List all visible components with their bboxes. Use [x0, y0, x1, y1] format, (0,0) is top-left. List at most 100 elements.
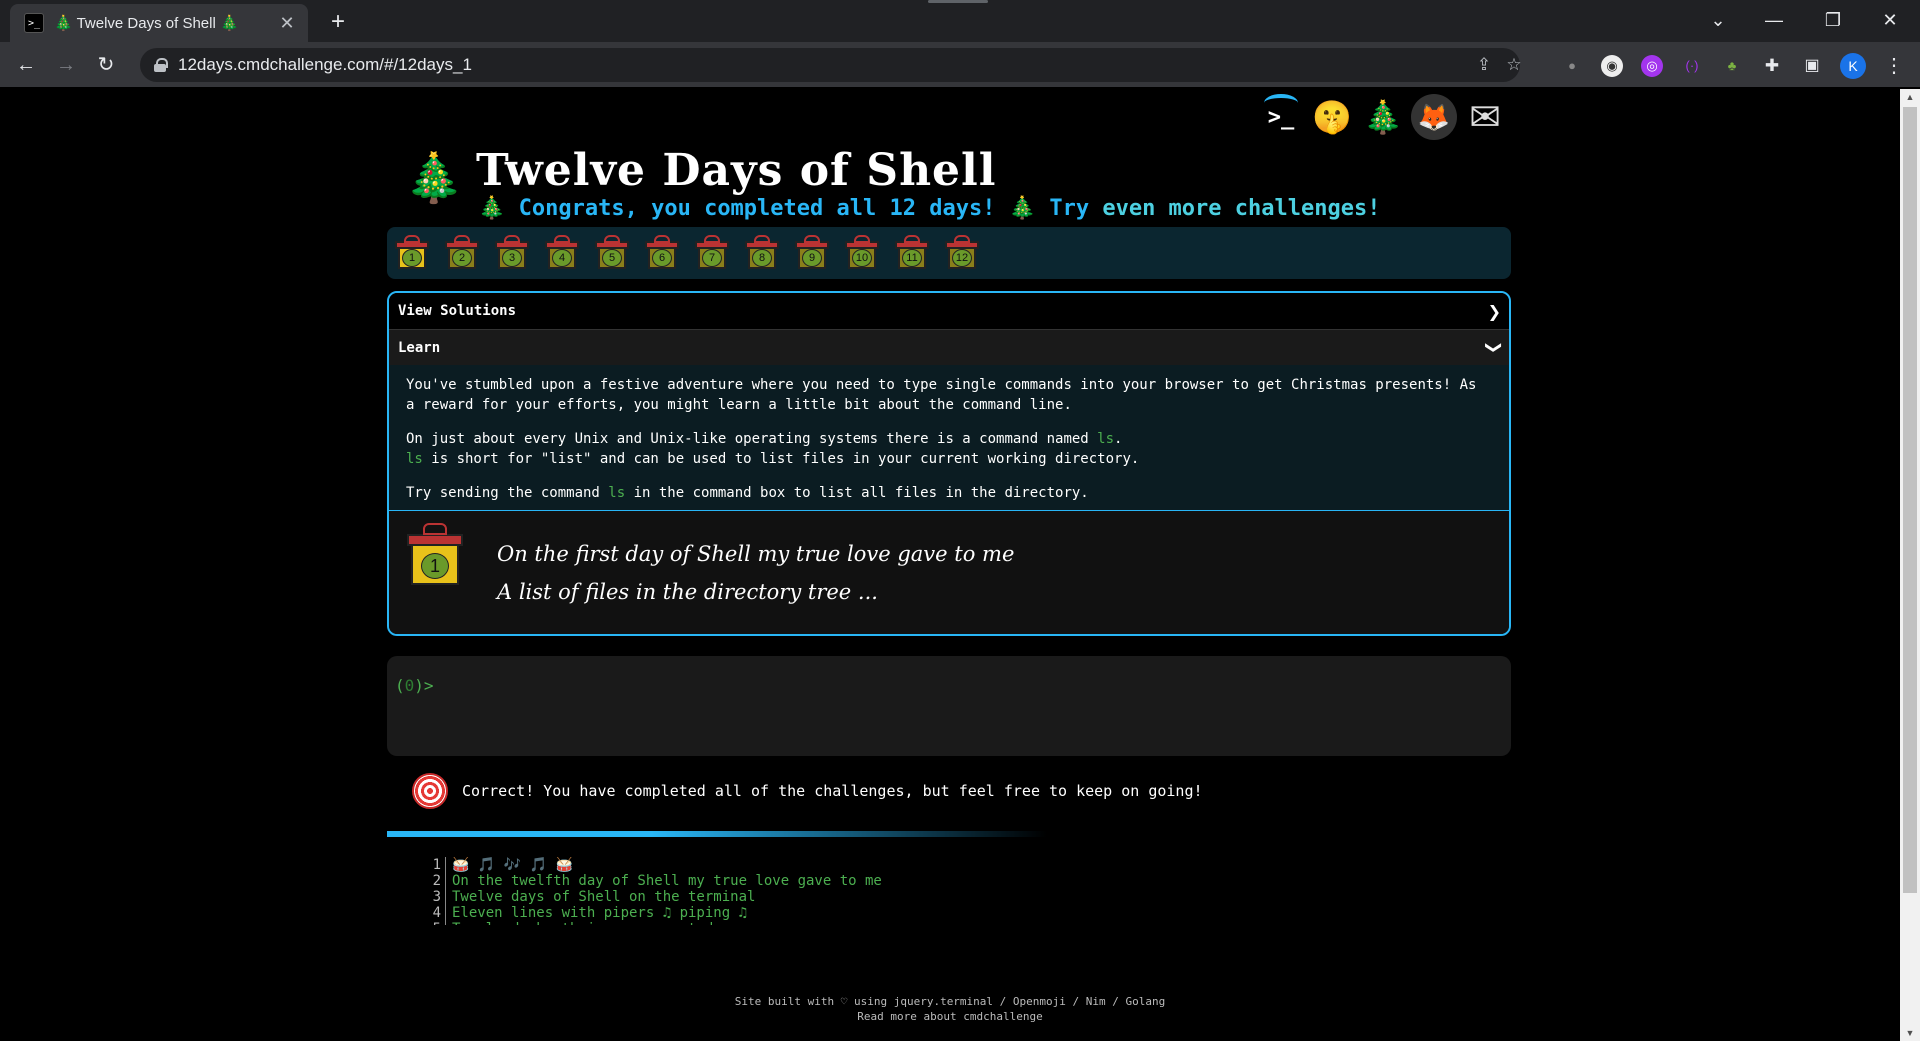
gift-number: 11: [902, 249, 922, 267]
gift-day-1-icon[interactable]: 1: [395, 235, 429, 271]
gitlab-icon[interactable]: 🦊: [1411, 94, 1457, 140]
verse-line-2: A list of files in the directory tree ..…: [497, 580, 878, 604]
gift-number: 10: [852, 249, 872, 267]
gift-number: 3: [502, 249, 522, 267]
browser-tab[interactable]: >_ 🎄 Twelve Days of Shell 🎄 ✕: [10, 4, 308, 42]
tab-title: 🎄 Twelve Days of Shell 🎄: [54, 15, 239, 32]
progress-bar: [387, 831, 1047, 837]
terminal-icon[interactable]: >_: [1258, 94, 1304, 140]
learn-text: in the command box to list all files in …: [625, 485, 1089, 501]
gift-day-12-icon[interactable]: 12: [945, 235, 979, 271]
bookmark-star-icon[interactable]: ☆: [1502, 55, 1526, 75]
terminal-favicon-icon: >_: [24, 13, 44, 33]
verse-text: On the first day of Shell my true love g…: [497, 535, 1014, 611]
learn-text: .: [1114, 431, 1123, 447]
extension-icon-1[interactable]: ●: [1561, 55, 1583, 77]
gift-day-3-icon[interactable]: 3: [495, 235, 529, 271]
extension-icon-2[interactable]: ◉: [1601, 55, 1623, 77]
restore-button[interactable]: ❐: [1813, 4, 1853, 36]
lock-icon[interactable]: [154, 58, 168, 72]
learn-paragraph-3: Try sending the command ls in the comman…: [406, 483, 1492, 503]
learn-paragraph-1: You've stumbled upon a festive adventure…: [406, 377, 1477, 413]
poem-line: 1 🥁 🎵 🎶 🎵 🥁: [430, 857, 1130, 873]
poem-output[interactable]: 1 🥁 🎵 🎶 🎵 🥁 2 On the twelfth day of Shell m…: [430, 857, 1130, 925]
line-text: On the twelfth day of Shell my true love…: [452, 873, 882, 889]
poem-line: 5 Ten lords by their names sorted: [430, 921, 1130, 925]
browser-menu-icon[interactable]: ⋮: [1884, 52, 1904, 80]
line-number: 2: [430, 873, 446, 889]
window-drag-handle[interactable]: [928, 0, 988, 3]
new-tab-button[interactable]: +: [322, 8, 354, 36]
poem-line: 2 On the twelfth day of Shell my true lov…: [430, 873, 1130, 889]
browser-tabstrip: >_ 🎄 Twelve Days of Shell 🎄 ✕ + ⌄ — ❐ ✕: [0, 0, 1920, 42]
chevron-down-icon: ❯: [1484, 340, 1504, 355]
terminal-prompt: (0)>: [395, 676, 434, 695]
extension-icon-4[interactable]: (·): [1681, 55, 1703, 77]
page-scrollbar[interactable]: ▲ ▼: [1900, 89, 1920, 1041]
page-title: Twelve Days of Shell: [476, 145, 997, 196]
minimize-button[interactable]: —: [1754, 4, 1794, 36]
gift-day-10-icon[interactable]: 10: [845, 235, 879, 271]
gift-day-8-icon[interactable]: 8: [745, 235, 779, 271]
gift-day-11-icon[interactable]: 11: [895, 235, 929, 271]
reload-button[interactable]: ↻: [90, 49, 122, 81]
gift-number: 1: [402, 249, 422, 267]
close-window-button[interactable]: ✕: [1870, 4, 1910, 36]
footer-credits: Site built with ♡ using jquery.terminal …: [734, 995, 1166, 1008]
scroll-down-icon[interactable]: ▼: [1900, 1025, 1920, 1041]
challenge-panel: View Solutions ❯ Learn ❯ You've stumbled…: [387, 291, 1511, 636]
gift-day-7-icon[interactable]: 7: [695, 235, 729, 271]
extension-tree-icon[interactable]: ♣: [1721, 55, 1743, 77]
prompt-close: )>: [414, 676, 434, 695]
gift-day-5-icon[interactable]: 5: [595, 235, 629, 271]
line-text: 🥁 🎵 🎶 🎵 🥁: [452, 857, 573, 873]
line-number: 5: [430, 921, 446, 925]
back-button[interactable]: ←: [10, 49, 42, 81]
ls-command-code: ls: [608, 485, 626, 501]
profile-avatar[interactable]: K: [1840, 53, 1866, 79]
footer-read-more-link[interactable]: Read more about cmdchallenge: [0, 1009, 1900, 1024]
congrats-banner: 🎄 Congrats, you completed all 12 days! 🎄…: [478, 196, 1380, 221]
mail-icon[interactable]: ✉: [1462, 94, 1508, 140]
poem-line: 4 Eleven lines with pipers ♫ piping ♫: [430, 905, 1130, 921]
verse-line-1: On the first day of Shell my true love g…: [497, 542, 1015, 566]
share-icon[interactable]: ⇪: [1472, 55, 1496, 75]
ls-command-code: ls: [406, 451, 423, 467]
more-challenges-link[interactable]: even more challenges!: [1102, 196, 1380, 221]
gift-number: 6: [652, 249, 672, 267]
ls-command-code: ls: [1097, 431, 1115, 447]
christmas-tree-icon[interactable]: 🎄: [1360, 94, 1406, 140]
gift-number: 12: [952, 249, 972, 267]
learn-toggle[interactable]: Learn ❯: [389, 329, 1509, 365]
line-text: Twelve days of Shell on the terminal: [452, 889, 756, 905]
scroll-up-icon[interactable]: ▲: [1900, 89, 1920, 105]
extensions-puzzle-icon[interactable]: ✚: [1761, 55, 1783, 77]
extension-icon-3[interactable]: ◎: [1641, 55, 1663, 77]
gift-day-2-icon[interactable]: 2: [445, 235, 479, 271]
gift-day-9-icon[interactable]: 9: [795, 235, 829, 271]
browser-toolbar: ← → ↻ 12days.cmdchallenge.com/#/12days_1…: [0, 42, 1920, 88]
result-text: Correct! You have completed all of the c…: [462, 782, 1203, 800]
page-content: >_ 🤫 🎄 🦊 ✉ 🎄 Twelve Days of Shell 🎄 Cong…: [0, 89, 1900, 1041]
line-text: Eleven lines with pipers ♫ piping ♫: [452, 905, 748, 921]
result-message: Correct! You have completed all of the c…: [412, 769, 1203, 813]
gift-number: 1: [421, 553, 449, 579]
side-panel-icon[interactable]: ▣: [1801, 55, 1823, 77]
line-number: 3: [430, 889, 446, 905]
tab-search-dropdown-icon[interactable]: ⌄: [1698, 4, 1738, 36]
shushing-face-icon[interactable]: 🤫: [1309, 94, 1355, 140]
url-text[interactable]: 12days.cmdchallenge.com/#/12days_1: [178, 55, 472, 75]
learn-content: You've stumbled upon a festive adventure…: [389, 365, 1509, 511]
scrollbar-thumb[interactable]: [1903, 107, 1917, 893]
command-terminal[interactable]: (0)>: [387, 656, 1511, 756]
view-solutions-label: View Solutions: [398, 303, 517, 319]
view-solutions-toggle[interactable]: View Solutions ❯: [389, 293, 1509, 329]
top-icon-bar: >_ 🤫 🎄 🦊 ✉: [1258, 94, 1513, 140]
gift-day-6-icon[interactable]: 6: [645, 235, 679, 271]
footer: Site built with ♡ using jquery.terminal …: [0, 994, 1900, 1024]
address-bar[interactable]: 12days.cmdchallenge.com/#/12days_1 ⇪ ☆: [140, 48, 1522, 82]
lollipop-icon: [412, 773, 448, 809]
tab-close-icon[interactable]: ✕: [276, 13, 298, 34]
gift-day-4-icon[interactable]: 4: [545, 235, 579, 271]
forward-button[interactable]: →: [50, 49, 82, 81]
